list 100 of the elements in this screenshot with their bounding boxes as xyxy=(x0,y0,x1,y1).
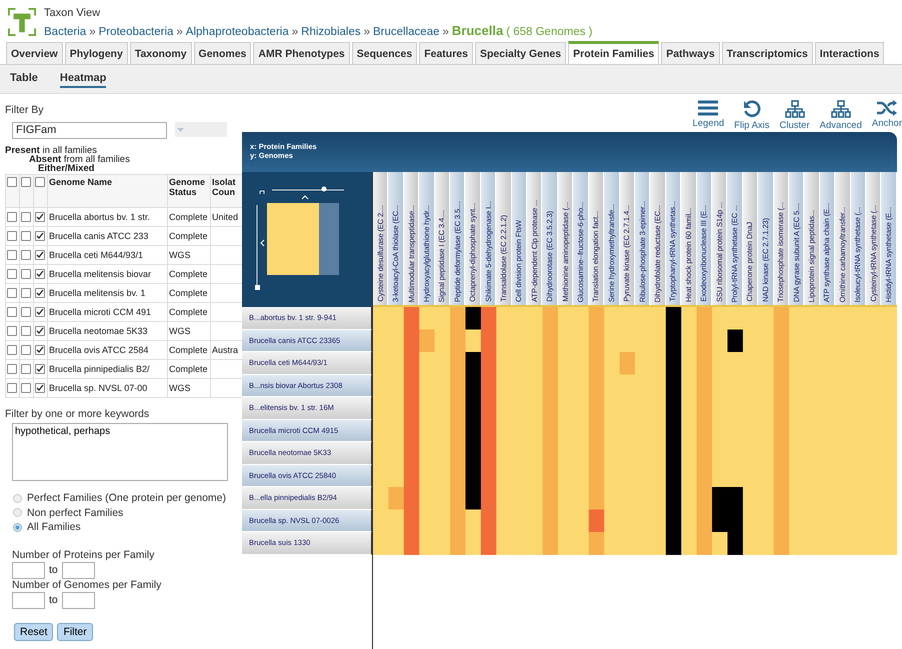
tab[interactable]: Protein Families xyxy=(568,41,660,64)
checkbox[interactable] xyxy=(35,307,45,318)
checkbox[interactable] xyxy=(21,212,31,222)
tab[interactable]: AMR Phenotypes xyxy=(253,42,350,64)
checkbox[interactable] xyxy=(21,269,31,280)
table-cell: WGS xyxy=(169,326,190,336)
checkbox[interactable] xyxy=(7,212,17,222)
checkbox[interactable] xyxy=(21,177,31,187)
checkbox[interactable] xyxy=(35,269,45,280)
checkbox[interactable] xyxy=(35,345,45,356)
table-cell: Complete xyxy=(169,269,208,279)
subtab[interactable]: Heatmap xyxy=(60,70,106,88)
checkbox[interactable] xyxy=(7,231,17,242)
radio-label: Non perfect Families xyxy=(27,506,124,519)
radio-label: All Families xyxy=(27,521,81,534)
tab[interactable]: Transcriptomics xyxy=(722,42,813,64)
breadcrumb-separator: » xyxy=(364,26,370,38)
radio-label: Perfect Families (One protein per genome) xyxy=(27,492,226,504)
checkbox[interactable] xyxy=(21,364,31,374)
toolbar-button[interactable]: Advanced xyxy=(820,100,862,132)
table-cell: Brucella neotomae 5K33 xyxy=(49,326,148,336)
checkbox[interactable] xyxy=(21,307,31,318)
range-label: Number of Genomes per Family xyxy=(12,578,162,590)
keywords-label: Filter by one or more keywords xyxy=(5,408,150,420)
taxon-name: Brucella xyxy=(452,22,504,38)
keywords-field[interactable]: hypothetical, perhaps xyxy=(12,423,228,481)
checkbox[interactable] xyxy=(21,288,31,298)
legend-text: Absent from all families xyxy=(28,155,131,164)
tab[interactable]: Sequences xyxy=(352,42,418,64)
checkbox[interactable] xyxy=(7,364,17,374)
breadcrumb-separator: » xyxy=(442,26,449,38)
checkbox[interactable] xyxy=(35,212,45,222)
max-field[interactable] xyxy=(62,592,95,608)
checkbox[interactable] xyxy=(7,269,17,280)
toolbar-button[interactable]: Anchor xyxy=(872,100,902,132)
tab[interactable]: Specialty Genes xyxy=(474,42,566,64)
table-cell: Brucella ovis ATCC 2584 xyxy=(49,345,148,355)
table-cell: WGS xyxy=(169,250,190,260)
table-cell: Brucella microti CCM 491 xyxy=(49,307,152,317)
filter-button[interactable]: Reset xyxy=(14,622,54,640)
toolbar-button[interactable]: Legend xyxy=(692,100,724,132)
toolbar-button[interactable]: Cluster xyxy=(780,100,810,132)
table-cell: Brucella melitensis bv. 1 xyxy=(49,288,146,298)
checkbox[interactable] xyxy=(35,177,45,187)
breadcrumb-link[interactable]: Proteobacteria xyxy=(98,26,174,38)
checkbox[interactable] xyxy=(35,231,45,242)
checkbox[interactable] xyxy=(21,383,31,394)
checkbox[interactable] xyxy=(21,326,31,336)
checkbox[interactable] xyxy=(35,288,45,298)
checkbox[interactable] xyxy=(21,345,31,356)
tab[interactable]: Interactions xyxy=(814,42,884,64)
caret-icon xyxy=(177,128,184,132)
tab[interactable]: Genomes xyxy=(194,42,252,64)
checkbox[interactable] xyxy=(35,383,45,394)
table-cell: Brucella melitensis biovar xyxy=(49,269,152,279)
tab[interactable]: Taxonomy xyxy=(130,42,192,64)
checkbox[interactable] xyxy=(35,326,45,336)
legend-text: Either/Mixed xyxy=(37,164,96,173)
tab[interactable]: Features xyxy=(419,42,473,64)
breadcrumb-link[interactable]: Bacteria xyxy=(44,26,86,38)
radio-button[interactable] xyxy=(13,522,22,532)
breadcrumb-separator: » xyxy=(292,26,298,38)
table-cell: Brucella abortus bv. 1 str. xyxy=(49,212,150,222)
checkbox[interactable] xyxy=(7,177,17,187)
radio-button[interactable] xyxy=(13,508,22,518)
tree-icon xyxy=(784,100,805,118)
table-cell: Complete xyxy=(169,307,208,317)
checkbox[interactable] xyxy=(21,231,31,242)
checkbox[interactable] xyxy=(35,250,45,260)
table-cell: WGS xyxy=(169,383,190,393)
rotate-icon xyxy=(742,100,761,118)
radio-button[interactable] xyxy=(13,494,22,503)
breadcrumb-link[interactable]: Rhizobiales xyxy=(301,26,361,38)
to-label: to xyxy=(49,564,58,576)
tab[interactable]: Overview xyxy=(6,42,63,64)
menu-icon xyxy=(698,100,718,116)
family-type-select[interactable]: FIGFam xyxy=(12,122,167,139)
checkbox[interactable] xyxy=(7,307,17,318)
checkbox[interactable] xyxy=(7,326,17,336)
checkbox[interactable] xyxy=(7,288,17,298)
min-field[interactable] xyxy=(12,592,45,608)
taxon-logo-icon xyxy=(8,8,36,36)
max-field[interactable] xyxy=(62,562,95,578)
checkbox[interactable] xyxy=(35,364,45,374)
checkbox[interactable] xyxy=(7,250,17,260)
checkbox[interactable] xyxy=(21,250,31,260)
subtab[interactable]: Table xyxy=(10,70,38,88)
tab[interactable]: Pathways xyxy=(661,42,720,64)
breadcrumb-link[interactable]: Brucellaceae xyxy=(373,26,440,38)
page-title: Taxon View xyxy=(44,6,102,18)
table-cell: Complete xyxy=(169,364,208,374)
table-cell: Complete xyxy=(169,345,208,355)
checkbox[interactable] xyxy=(7,383,17,394)
filter-button[interactable]: Filter xyxy=(57,622,93,640)
breadcrumb-link[interactable]: Alphaproteobacteria xyxy=(186,26,289,38)
toolbar-button[interactable]: Flip Axis xyxy=(734,100,770,132)
checkbox[interactable] xyxy=(7,345,17,356)
min-field[interactable] xyxy=(12,562,45,578)
breadcrumb-separator: » xyxy=(176,26,183,38)
tab[interactable]: Phylogeny xyxy=(64,42,128,64)
